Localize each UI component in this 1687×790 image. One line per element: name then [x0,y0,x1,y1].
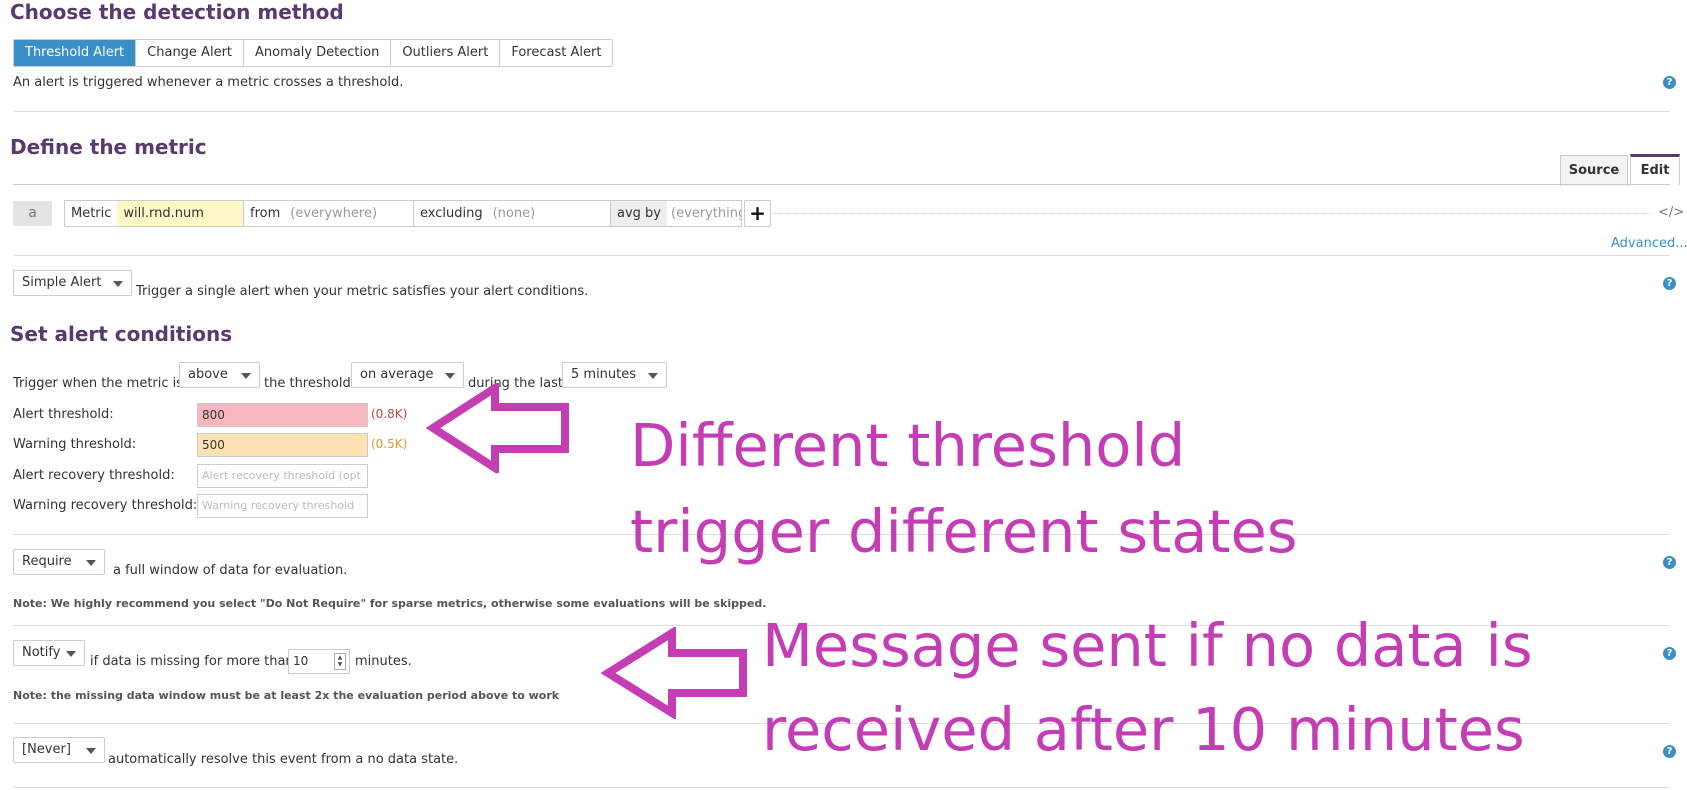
help-icon[interactable]: ? [1663,76,1676,89]
nodata-select[interactable]: Notify [13,640,85,666]
help-icon[interactable]: ? [1663,647,1676,660]
chevron-down-icon [66,651,76,657]
chevron-down-icon [445,373,455,379]
tab-anomaly-detection[interactable]: Anomaly Detection [244,40,392,66]
add-query-button[interactable]: + [744,200,771,227]
require-select[interactable]: Require [13,549,105,575]
annotation-nodata-line2: received after 10 minutes [762,695,1525,764]
comparison-value: above [188,367,228,382]
chevron-down-icon [241,373,251,379]
code-icon[interactable]: </> [1658,205,1684,220]
resolve-select[interactable]: [Never] [13,737,105,763]
alert-type-select[interactable]: Simple Alert [13,270,132,296]
nodata-value: Notify [22,645,61,660]
source-tab[interactable]: Source [1560,155,1628,186]
chevron-down-icon [86,560,96,566]
nodata-minutes-input[interactable]: 10 ▲ ▼ [288,649,350,674]
warning-recovery-input[interactable]: Warning recovery threshold [197,494,368,518]
divider [13,111,1670,112]
stepper-icon[interactable]: ▲ ▼ [334,653,346,670]
alert-recovery-input[interactable]: Alert recovery threshold (opt [197,464,368,488]
detection-title: Choose the detection method [10,0,344,24]
threshold-word: the threshold [264,376,351,391]
divider [13,255,1670,256]
avgby-field[interactable]: avg by (everything) [610,200,742,227]
excluding-key: excluding [420,206,483,221]
avgby-key: avg by [611,201,667,226]
nodata-description: if data is missing for more than [90,654,294,669]
require-note: Note: We highly recommend you select "Do… [13,597,767,610]
excluding-value[interactable]: (none) [489,206,540,221]
alert-threshold-input[interactable]: 800 [197,403,368,427]
resolve-description: automatically resolve this event from a … [108,752,459,767]
require-description: a full window of data for evaluation. [113,563,348,578]
alert-type-description: Trigger a single alert when your metric … [136,284,589,299]
detection-description: An alert is triggered whenever a metric … [13,75,404,90]
resolve-value: [Never] [22,742,71,757]
chevron-down-icon [86,748,96,754]
annotation-threshold-line2: trigger different states [630,497,1298,566]
advanced-link[interactable]: Advanced... [1611,236,1687,251]
nodata-minutes-label: minutes. [355,654,412,669]
warning-threshold-hint: (0.5K) [371,437,408,451]
tab-forecast-alert[interactable]: Forecast Alert [500,40,613,66]
warning-threshold-input[interactable]: 500 [197,433,368,457]
warning-recovery-label: Warning recovery threshold: [13,498,198,513]
from-key: from [250,206,281,221]
annotation-nodata-line1: Message sent if no data is [762,611,1533,680]
divider [773,213,1650,214]
metric-title: Define the metric [10,135,207,159]
chevron-down-icon [648,373,658,379]
window-value: 5 minutes [571,367,637,382]
from-value[interactable]: (everywhere) [286,206,381,221]
alert-type-value: Simple Alert [22,275,102,290]
help-icon[interactable]: ? [1663,556,1676,569]
excluding-field[interactable]: excluding (none) [413,200,611,227]
conditions-title: Set alert conditions [10,322,233,346]
annotation-threshold-line1: Different threshold [630,411,1186,480]
require-value: Require [22,554,72,569]
tab-threshold-alert[interactable]: Threshold Alert [14,40,137,66]
window-select[interactable]: 5 minutes [562,362,667,388]
from-field[interactable]: from (everywhere) [243,200,414,227]
detection-tabs: Threshold Alert Change Alert Anomaly Det… [13,39,614,67]
divider [13,787,1670,788]
help-icon[interactable]: ? [1663,745,1676,758]
arrow-left-icon [600,627,747,719]
comparison-select[interactable]: above [179,362,260,388]
chevron-down-icon [113,281,123,287]
aggregation-value: on average [360,367,434,382]
help-icon[interactable]: ? [1663,277,1676,290]
alert-threshold-label: Alert threshold: [13,407,114,422]
arrow-left-icon [425,383,569,473]
tab-outliers-alert[interactable]: Outliers Alert [391,40,501,66]
alert-recovery-label: Alert recovery threshold: [13,468,175,483]
divider [13,184,1670,185]
nodata-minutes-value: 10 [293,654,309,668]
avgby-value[interactable]: (everything) [667,206,741,221]
metric-field[interactable]: Metric will.rnd.num [64,200,244,227]
query-letter: a [13,201,52,226]
trigger-prefix: Trigger when the metric is [13,376,184,391]
alert-threshold-hint: (0.8K) [371,407,408,421]
tab-change-alert[interactable]: Change Alert [136,40,245,66]
metric-value[interactable]: will.rnd.num [117,201,243,226]
nodata-note: Note: the missing data window must be at… [13,689,560,702]
metric-key: Metric [71,206,112,221]
edit-tab[interactable]: Edit [1630,154,1680,185]
warning-threshold-label: Warning threshold: [13,437,137,452]
